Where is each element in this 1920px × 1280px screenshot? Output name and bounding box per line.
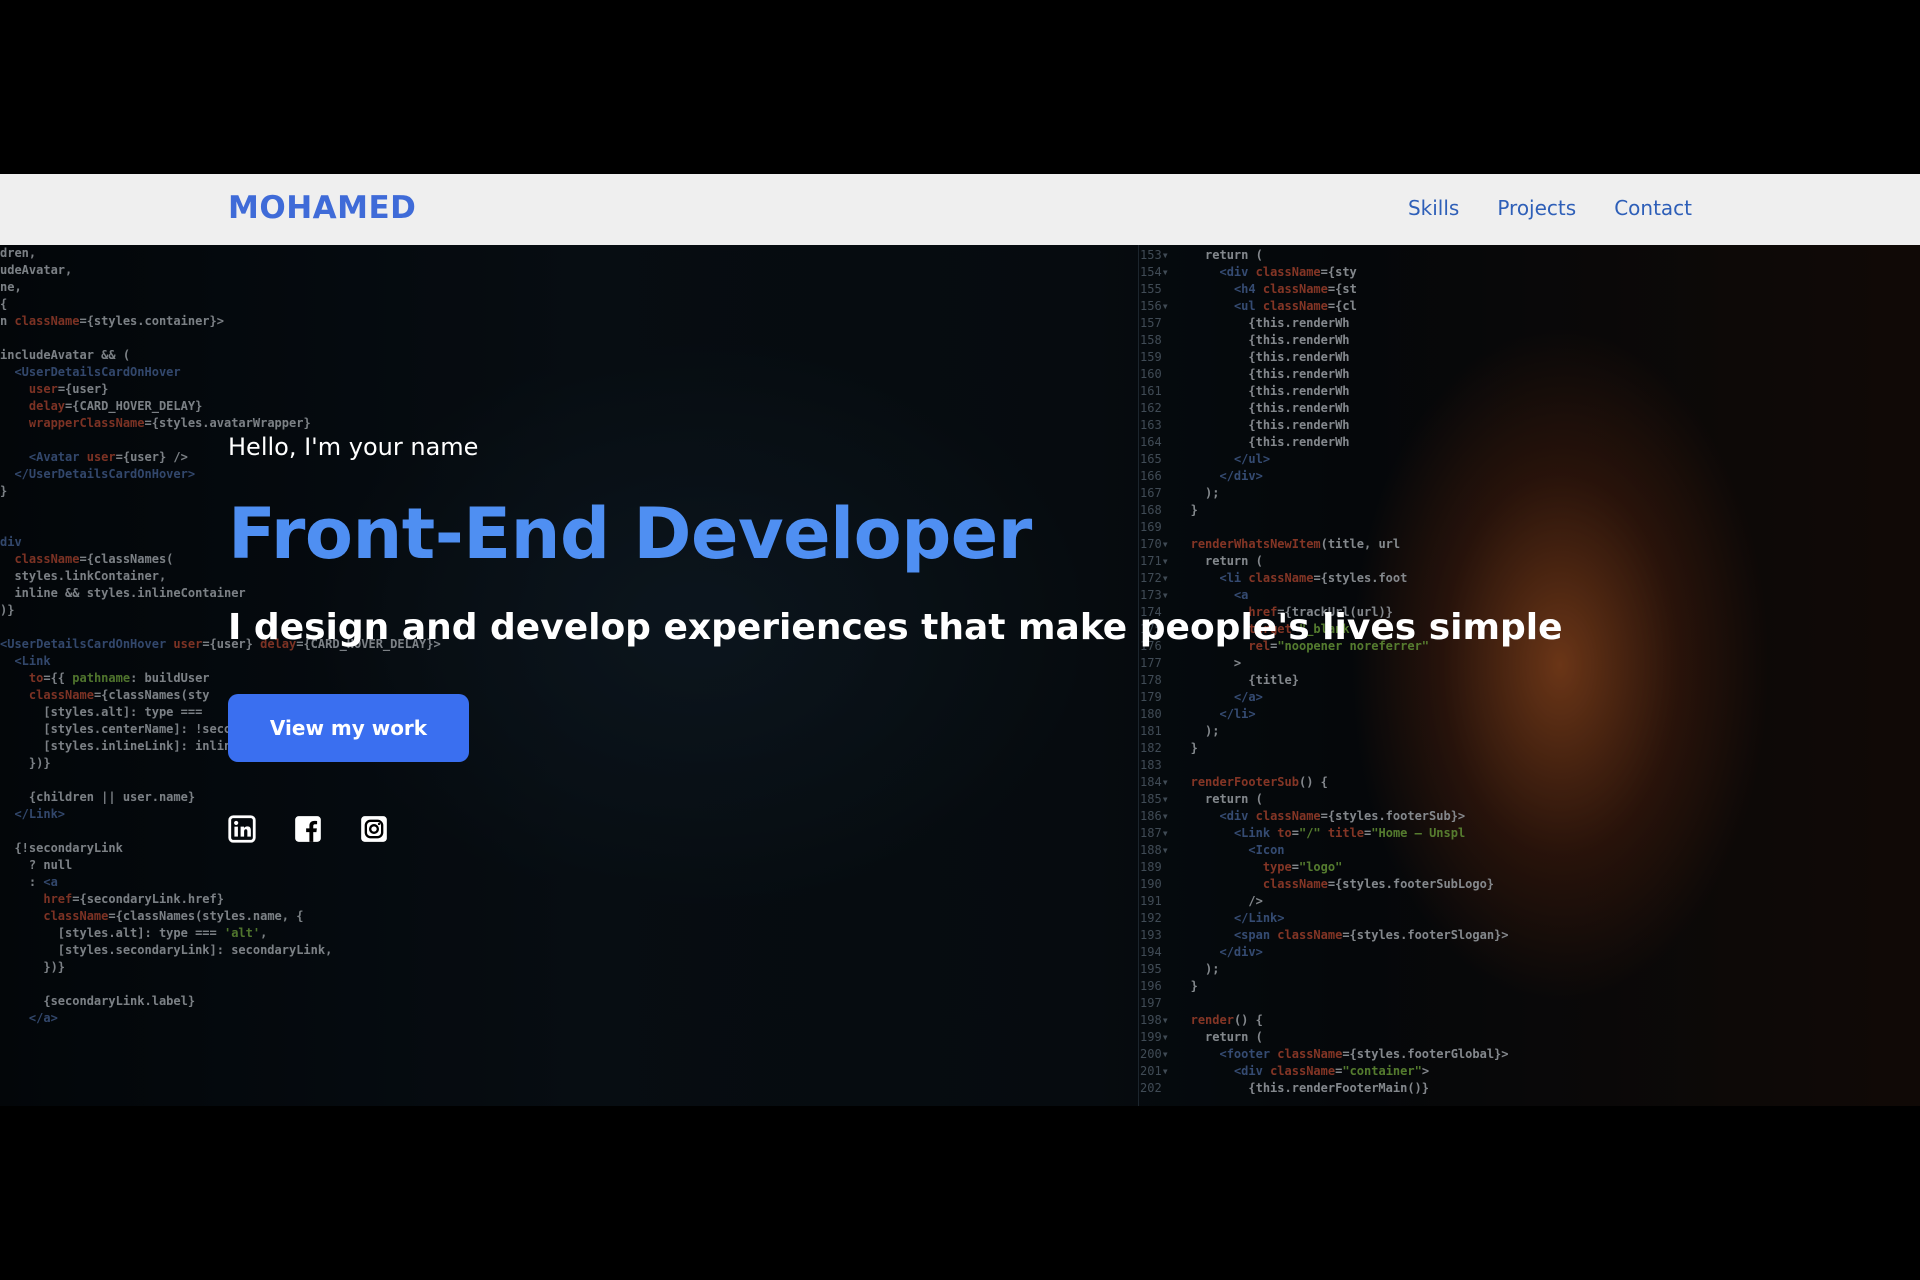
view-my-work-button[interactable]: View my work xyxy=(228,694,469,762)
nav-links: Skills Projects Contact xyxy=(1408,196,1692,220)
letterbox-bottom xyxy=(0,1106,1920,1280)
hero-title: Front-End Developer xyxy=(228,493,1032,575)
letterbox-top xyxy=(0,0,1920,174)
hero-greeting: Hello, I'm your name xyxy=(228,433,479,461)
instagram-icon[interactable] xyxy=(360,815,388,843)
linkedin-icon[interactable] xyxy=(228,815,256,843)
nav-link-skills[interactable]: Skills xyxy=(1408,196,1459,220)
nav-link-contact[interactable]: Contact xyxy=(1614,196,1692,220)
navbar: MOHAMED Skills Projects Contact xyxy=(0,174,1920,245)
hero-tagline: I design and develop experiences that ma… xyxy=(228,607,1563,648)
facebook-icon[interactable] xyxy=(294,815,322,843)
social-links xyxy=(228,815,388,843)
hero-section: dren, udeAvatar, ne, { n className={styl… xyxy=(0,245,1920,1106)
nav-link-projects[interactable]: Projects xyxy=(1497,196,1576,220)
hero-overlay xyxy=(0,245,1920,1106)
brand-logo[interactable]: MOHAMED xyxy=(228,190,416,226)
